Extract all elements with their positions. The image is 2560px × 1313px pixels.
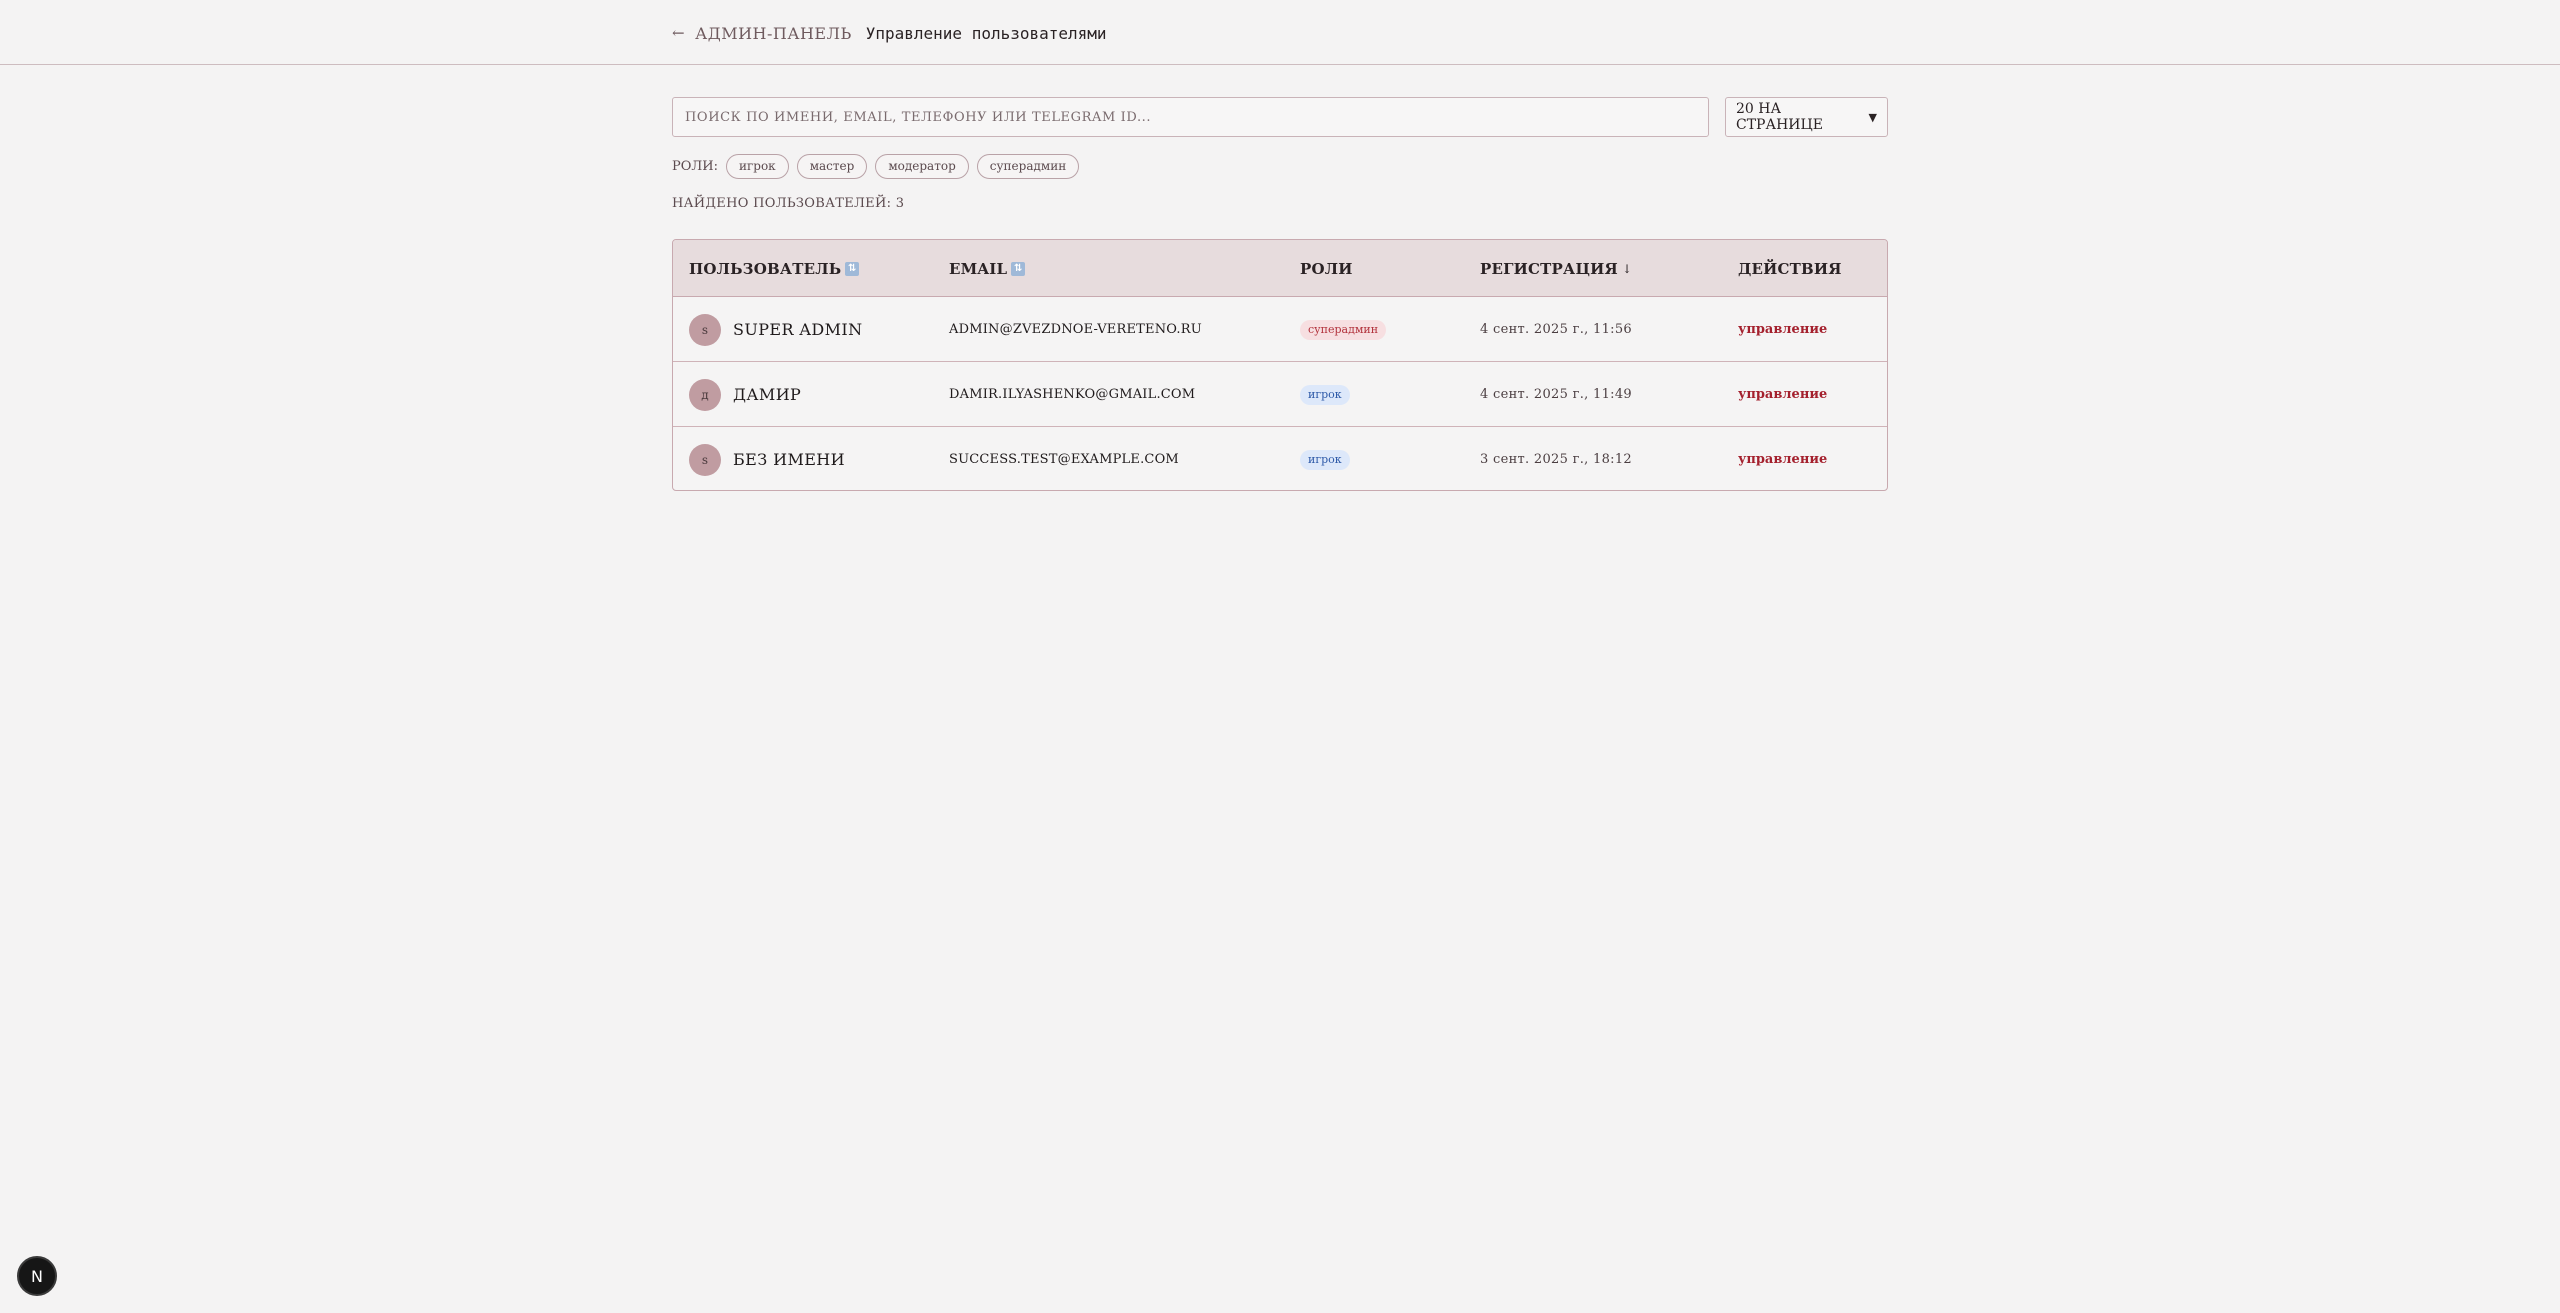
registration-cell: 4 сент. 2025 г., 11:49 [1480, 362, 1632, 427]
table-row: s Super Admin admin@zvezdnoe-vereteno.ru… [673, 297, 1887, 362]
nextjs-dev-indicator-button[interactable]: N [17, 1256, 57, 1296]
role-chip-superadmin[interactable]: суперадмин [976, 153, 1080, 179]
column-actions-label: действия [1738, 259, 1842, 278]
user-cell: д Дамир [689, 362, 801, 427]
column-roles-label: роли [1300, 259, 1353, 278]
actions-cell: управление [1738, 427, 1827, 490]
users-table: пользователь ⇅ email ⇅ роли регистрация … [672, 239, 1888, 491]
table-row: д Дамир damir.ilyashenko@gmail.com игрок… [673, 362, 1887, 427]
back-link-label: админ-панель [695, 23, 852, 43]
avatar: s [689, 443, 721, 476]
found-count: найдено пользователей: 3 [672, 196, 905, 211]
top-bar: ← админ-панель Управление пользователями [0, 0, 2560, 65]
registration-cell: 3 сент. 2025 г., 18:12 [1480, 427, 1632, 490]
email-cell: admin@zvezdnoe-vereteno.ru [949, 297, 1202, 362]
sort-icon[interactable]: ⇅ [1011, 261, 1026, 276]
user-cell: s Super Admin [689, 297, 863, 362]
chevron-down-icon: ▼ [1868, 110, 1877, 124]
back-to-admin-link[interactable]: ← админ-панель [672, 24, 852, 43]
manage-link[interactable]: управление [1738, 452, 1827, 467]
registration-date: 4 сент. 2025 г., 11:49 [1480, 387, 1632, 402]
table-row: s Без имени success.test@example.com игр… [673, 427, 1887, 490]
roles-cell: игрок [1300, 362, 1350, 427]
registration-date: 4 сент. 2025 г., 11:56 [1480, 322, 1632, 337]
email-cell: damir.ilyashenko@gmail.com [949, 362, 1195, 427]
roles-filter-label: роли: [672, 158, 718, 174]
user-email: admin@zvezdnoe-vereteno.ru [949, 322, 1202, 337]
sort-icon[interactable]: ⇅ [845, 261, 860, 276]
table-header: пользователь ⇅ email ⇅ роли регистрация … [673, 240, 1887, 297]
roles-filter: роли: игрок мастер модератор суперадмин [672, 153, 1080, 179]
breadcrumb: ← админ-панель Управление пользователями [672, 20, 1107, 46]
per-page-select[interactable]: 20 на странице ▼ [1725, 97, 1888, 137]
avatar: s [689, 313, 721, 346]
sort-desc-arrow-icon: ↓ [1621, 261, 1633, 276]
actions-cell: управление [1738, 297, 1827, 362]
role-chip-player[interactable]: игрок [725, 153, 789, 179]
registration-date: 3 сент. 2025 г., 18:12 [1480, 452, 1632, 467]
column-actions: действия [1738, 240, 1842, 297]
role-badge-player: игрок [1300, 449, 1350, 470]
controls-bar: 20 на странице ▼ [672, 97, 1888, 137]
back-arrow-icon: ← [672, 24, 686, 42]
roles-cell: суперадмин [1300, 297, 1387, 362]
search-input[interactable] [672, 97, 1709, 137]
column-roles: роли [1300, 240, 1353, 297]
page-title: Управление пользователями [865, 23, 1107, 43]
column-user-label: пользователь [689, 259, 842, 278]
user-name: Дамир [733, 385, 802, 404]
role-badge-superadmin: суперадмин [1300, 319, 1387, 340]
column-email[interactable]: email ⇅ [949, 240, 1026, 297]
column-registration-label: регистрация [1480, 259, 1618, 278]
role-chip-moderator[interactable]: модератор [875, 153, 969, 179]
manage-link[interactable]: управление [1738, 322, 1827, 337]
nextjs-logo-icon: N [31, 1266, 43, 1286]
registration-cell: 4 сент. 2025 г., 11:56 [1480, 297, 1632, 362]
actions-cell: управление [1738, 362, 1827, 427]
role-badge-player: игрок [1300, 384, 1350, 405]
avatar: д [689, 378, 721, 411]
column-registration[interactable]: регистрация ↓ [1480, 240, 1632, 297]
roles-cell: игрок [1300, 427, 1350, 490]
column-user[interactable]: пользователь ⇅ [689, 240, 860, 297]
user-cell: s Без имени [689, 427, 846, 490]
email-cell: success.test@example.com [949, 427, 1179, 490]
column-email-label: email [949, 259, 1008, 278]
user-name: Super Admin [733, 320, 863, 339]
user-email: damir.ilyashenko@gmail.com [949, 387, 1196, 402]
user-name: Без имени [733, 450, 846, 469]
role-chip-master[interactable]: мастер [796, 153, 868, 179]
per-page-value: 20 на странице [1736, 101, 1823, 133]
user-email: success.test@example.com [949, 452, 1179, 467]
manage-link[interactable]: управление [1738, 387, 1827, 402]
